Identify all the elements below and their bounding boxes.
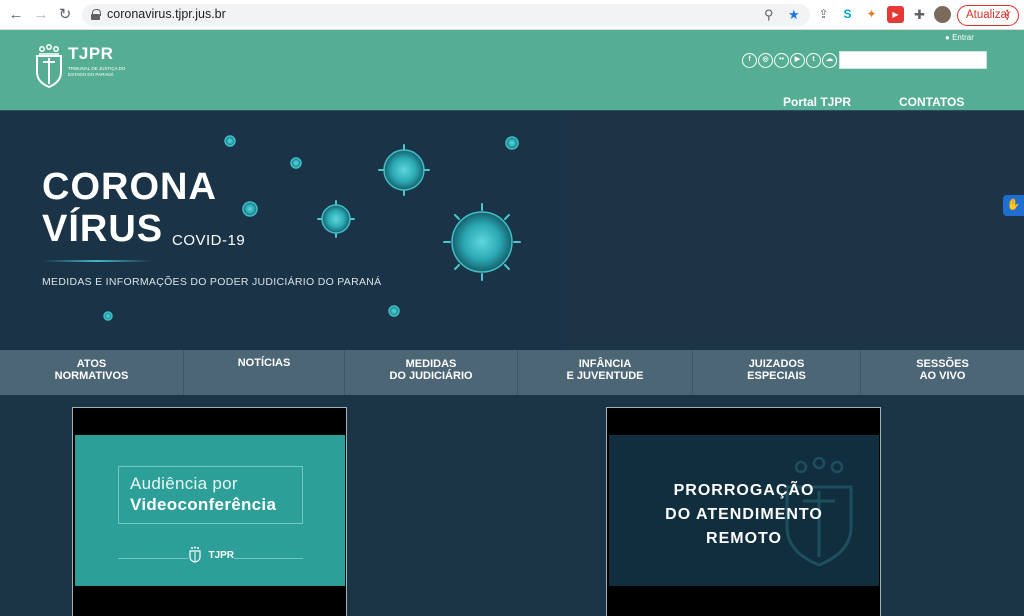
tjpr-small-shield-icon: [189, 546, 201, 563]
hero-title-line1: CORONA: [42, 166, 217, 208]
menu-label: SESSÕES AO VIVO: [916, 357, 969, 382]
lock-icon: [91, 9, 101, 20]
hero-divider: [42, 260, 152, 262]
flickr-icon[interactable]: ••: [774, 53, 789, 68]
video-conference-banner: Audiência por Videoconferência TJPR: [75, 435, 345, 586]
remote-line2: DO ATENDIMENTO: [665, 506, 823, 523]
bookmark-star-icon[interactable]: ★: [788, 7, 800, 23]
login-link[interactable]: ● Entrar: [945, 33, 974, 42]
video-conference-card[interactable]: Audiência por Videoconferência TJPR: [72, 407, 347, 616]
remote-service-card[interactable]: PRORROGAÇÃO DO ATENDIMENTO REMOTO: [606, 407, 881, 616]
menu-juizados-especiais[interactable]: JUIZADOS ESPECIAIS: [693, 350, 861, 395]
main-menu: ATOS NORMATIVOS NOTÍCIAS MEDIDAS DO JUDI…: [0, 350, 1024, 395]
search-input[interactable]: [839, 51, 987, 69]
menu-dots-icon: ⋮: [1001, 9, 1014, 21]
menu-label: JUIZADOS ESPECIAIS: [747, 357, 806, 382]
site-header: TJPR TRIBUNAL DE JUSTIÇA DO ESTADO DO PA…: [0, 30, 1024, 110]
menu-label: NOTÍCIAS: [237, 356, 291, 369]
extension-icon-1[interactable]: ⇪: [815, 6, 832, 23]
back-button[interactable]: ←: [6, 5, 26, 25]
menu-medidas-judiciario[interactable]: MEDIDAS DO JUDICIÁRIO: [345, 350, 518, 395]
hero-subtitle: MEDIDAS E INFORMAÇÕES DO PODER JUDICIÁRI…: [42, 276, 382, 288]
profile-avatar[interactable]: [934, 6, 951, 23]
instagram-icon[interactable]: ◎: [758, 53, 773, 68]
skype-extension-icon[interactable]: S: [839, 6, 856, 23]
soundcloud-icon[interactable]: ☁: [822, 53, 837, 68]
menu-label: INFÂNCIA E JUVENTUDE: [566, 357, 644, 382]
remote-service-banner: PRORROGAÇÃO DO ATENDIMENTO REMOTO: [609, 435, 879, 586]
hero-tag: COVID-19: [172, 232, 246, 249]
youtube-extension-icon[interactable]: ▶: [887, 6, 904, 23]
menu-noticias[interactable]: NOTÍCIAS: [184, 350, 345, 395]
extension-icon-3[interactable]: ✦: [863, 6, 880, 23]
tjpr-shield-icon: [36, 44, 62, 89]
youtube-icon[interactable]: ▶: [790, 53, 805, 68]
video-conference-line2: Videoconferência: [130, 495, 277, 514]
twitter-icon[interactable]: t: [806, 53, 821, 68]
menu-sessoes-ao-vivo[interactable]: SESSÕES AO VIVO: [861, 350, 1024, 395]
tjpr-logo[interactable]: TJPR TRIBUNAL DE JUSTIÇA DO ESTADO DO PA…: [34, 44, 125, 92]
login-label: Entrar: [952, 33, 974, 42]
social-links: f ◎ •• ▶ t ☁: [742, 53, 837, 69]
content-area: Audiência por Videoconferência TJPR PROR…: [0, 395, 1024, 616]
zoom-icon[interactable]: ⚲: [764, 7, 774, 23]
remote-line3: REMOTO: [706, 530, 782, 547]
browser-toolbar: ← → ↻ coronavirus.tjpr.jus.br ⚲ ★ ⇪ S ✦ …: [0, 0, 1024, 30]
nav-contatos[interactable]: CONTATOS: [899, 95, 964, 109]
user-icon: ●: [945, 33, 950, 42]
menu-label: ATOS NORMATIVOS: [54, 357, 129, 382]
logo-subtitle: TRIBUNAL DE JUSTIÇA DO ESTADO DO PARANÁ: [68, 66, 126, 77]
accessibility-hand-icon[interactable]: ✋: [1003, 195, 1024, 216]
forward-button[interactable]: →: [31, 5, 51, 25]
remote-service-title: PRORROGAÇÃO DO ATENDIMENTO REMOTO: [609, 479, 879, 551]
extensions-puzzle-icon[interactable]: ✚: [911, 6, 928, 23]
update-button[interactable]: Atualizar ⋮: [957, 5, 1019, 26]
facebook-icon[interactable]: f: [742, 53, 757, 68]
address-bar[interactable]: coronavirus.tjpr.jus.br ⚲ ★: [82, 4, 810, 26]
video-conference-line1: Audiência por: [130, 474, 238, 493]
nav-portal-tjpr[interactable]: Portal TJPR: [783, 95, 851, 109]
hero-banner: CORONA VÍRUS COVID-19 MEDIDAS E INFORMAÇ…: [0, 110, 1024, 350]
menu-label: MEDIDAS DO JUDICIÁRIO: [389, 357, 473, 382]
menu-infancia-juventude[interactable]: INFÂNCIA E JUVENTUDE: [518, 350, 693, 395]
logo-text: TJPR: [68, 44, 114, 63]
hero-image[interactable]: CORONA VÍRUS COVID-19 MEDIDAS E INFORMAÇ…: [0, 111, 566, 350]
menu-atos-normativos[interactable]: ATOS NORMATIVOS: [0, 350, 184, 395]
reload-button[interactable]: ↻: [55, 5, 75, 25]
video-conference-title-box: Audiência por Videoconferência: [118, 466, 303, 524]
remote-line1: PRORROGAÇÃO: [673, 482, 815, 499]
url-text: coronavirus.tjpr.jus.br: [107, 7, 226, 21]
